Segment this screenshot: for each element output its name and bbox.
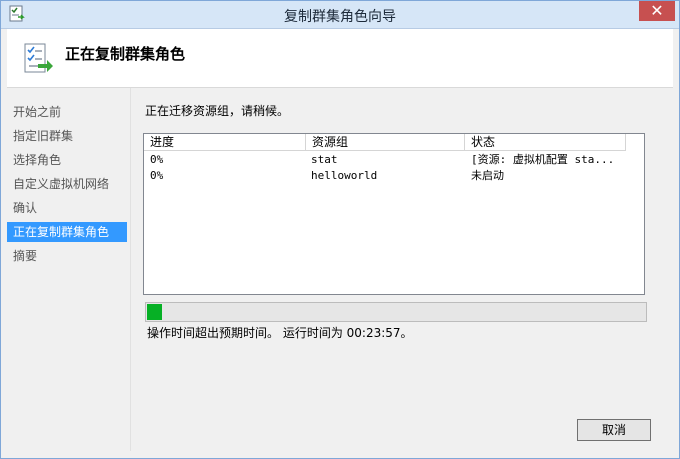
- progress-fill: [147, 304, 162, 320]
- progress-bar: [145, 302, 647, 322]
- cell-progress: 0%: [150, 169, 164, 182]
- checklist-arrow-icon: [23, 43, 53, 75]
- cell-status: [资源: 虚拟机配置 sta...: [471, 153, 615, 166]
- cell-progress: 0%: [150, 153, 164, 166]
- wizard-steps: 开始之前 指定旧群集 选择角色 自定义虚拟机网络 确认 正在复制群集角色 摘要: [7, 88, 129, 451]
- window-title: 复制群集角色向导: [284, 9, 396, 25]
- step-before-you-begin[interactable]: 开始之前: [7, 102, 127, 122]
- page-title: 正在复制群集角色: [65, 45, 186, 63]
- column-header-resource-group[interactable]: 资源组: [306, 134, 465, 150]
- cancel-button[interactable]: 取消: [577, 419, 651, 441]
- cell-status: 未启动: [471, 169, 504, 182]
- wizard-footer: 取消: [130, 408, 674, 451]
- table-row[interactable]: 0% helloworld 未启动: [144, 168, 642, 184]
- column-header-status[interactable]: 状态: [465, 134, 626, 150]
- step-select-roles[interactable]: 选择角色: [7, 150, 127, 170]
- step-copying-roles[interactable]: 正在复制群集角色: [7, 222, 127, 242]
- title-bar[interactable]: 复制群集角色向导 ✕: [1, 1, 679, 29]
- wizard-header: 正在复制群集角色: [7, 29, 673, 88]
- status-message: 正在迁移资源组，请稍候。: [145, 104, 290, 118]
- step-summary[interactable]: 摘要: [7, 246, 127, 266]
- cell-resource-group: stat: [311, 153, 338, 166]
- resource-group-list[interactable]: 进度 资源组 状态 0% stat [资源: 虚拟机配置 sta... 0% h…: [143, 133, 645, 295]
- column-header-progress[interactable]: 进度: [144, 134, 306, 150]
- elapsed-time-message: 操作时间超出预期时间。 运行时间为 00:23:57。: [147, 326, 413, 340]
- step-specify-old-cluster[interactable]: 指定旧群集: [7, 126, 127, 146]
- step-customize-vm-network[interactable]: 自定义虚拟机网络: [7, 174, 127, 194]
- step-confirmation[interactable]: 确认: [7, 198, 127, 218]
- cell-resource-group: helloworld: [311, 169, 378, 182]
- wizard-window: 复制群集角色向导 ✕ 正在复制群集角色 开始之前 指定旧群集 选择角色 自定义虚…: [0, 0, 680, 459]
- close-button[interactable]: ✕: [639, 1, 675, 21]
- list-header: 进度 资源组 状态: [144, 134, 626, 151]
- table-row[interactable]: 0% stat [资源: 虚拟机配置 sta...: [144, 152, 642, 168]
- main-content: 正在迁移资源组，请稍候。 进度 资源组 状态 0% stat [资源: 虚拟机配…: [130, 88, 674, 408]
